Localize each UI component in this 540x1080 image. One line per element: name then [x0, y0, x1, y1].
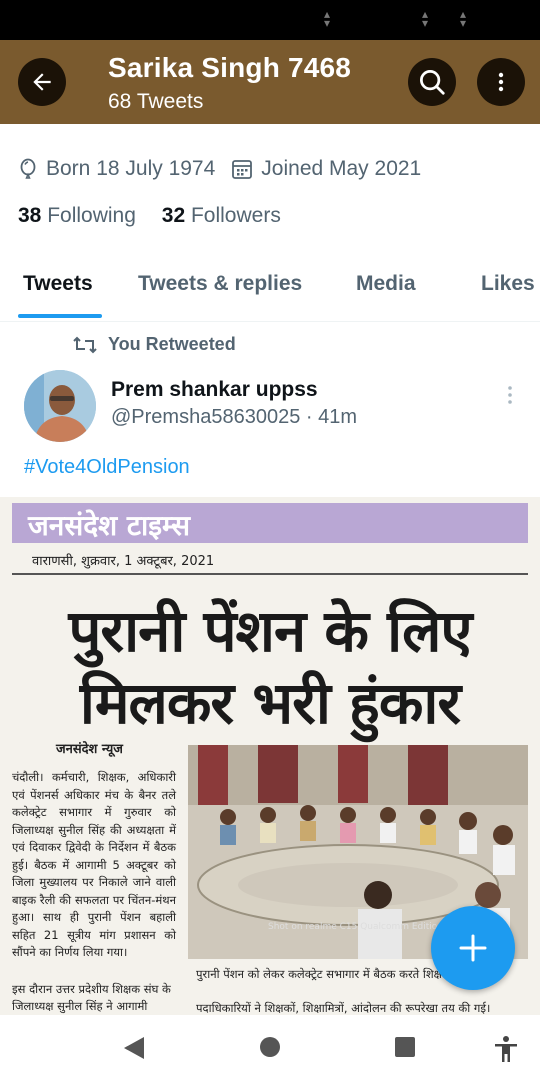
- newspaper-dateline: वाराणसी, शुक्रवार, 1 अक्टूबर, 2021: [32, 554, 215, 569]
- birth-date: Born 18 July 1974: [46, 157, 216, 180]
- search-icon: [420, 70, 445, 95]
- retweet-icon: [73, 336, 97, 353]
- camera-watermark: Shot on realme C15 Qualcomm Edition: [268, 922, 443, 932]
- accessibility-person-icon: [495, 1036, 517, 1062]
- nav-back-button[interactable]: [122, 1035, 146, 1066]
- page-title: Sarika Singh 7468: [108, 52, 352, 83]
- profile-meta: Born 18 July 1974 Joined May 2021: [18, 157, 421, 181]
- more-options-button[interactable]: [477, 58, 525, 106]
- tab-likes[interactable]: Likes: [481, 272, 535, 296]
- divider: [12, 573, 528, 575]
- follow-stats: 38 Following 32 Followers: [18, 204, 281, 228]
- photo-caption-continued: पदाधिकारियों ने शिक्षकों, शिक्षामित्रों,…: [196, 1001, 491, 1015]
- status-bar: ▴ ▾ ▴ ▾ ▴ ▾: [0, 0, 540, 40]
- nav-home-button[interactable]: [258, 1035, 282, 1064]
- search-button[interactable]: [408, 58, 456, 106]
- system-navigation-bar: [0, 1015, 540, 1080]
- balloon-icon: [18, 158, 38, 180]
- tab-tweets-replies[interactable]: Tweets & replies: [138, 272, 302, 296]
- arrow-left-icon: [33, 73, 51, 91]
- active-tab-indicator: [18, 314, 102, 318]
- tweet-hashtag[interactable]: #Vote4OldPension: [24, 456, 190, 479]
- newspaper-byline: जनसंदेश न्यूज: [56, 742, 123, 757]
- more-vertical-icon: [498, 72, 504, 92]
- retweet-label: You Retweeted: [108, 334, 236, 354]
- status-arrow-icon: ▴ ▾: [459, 7, 467, 30]
- followers-link[interactable]: 32 Followers: [162, 204, 281, 227]
- newspaper-masthead: जनसंदेश टाइम्स: [12, 503, 528, 543]
- retweet-indicator: You Retweeted: [72, 334, 236, 355]
- status-arrow-icon: ▴ ▾: [421, 7, 429, 30]
- newspaper-body-text-2: इस दौरान उत्तर प्रदेशीय शिक्षक संघ के जि…: [12, 982, 171, 1013]
- back-button[interactable]: [18, 58, 66, 106]
- status-arrow-icon: ▴ ▾: [323, 7, 331, 30]
- accessibility-button[interactable]: [493, 1035, 519, 1068]
- profile-tabs: Tweets Tweets & replies Media Likes: [0, 262, 540, 322]
- plus-icon: [459, 934, 487, 962]
- tab-tweets[interactable]: Tweets: [23, 272, 93, 296]
- profile-header: Sarika Singh 7468 68 Tweets: [0, 40, 540, 124]
- following-link[interactable]: 38 Following: [18, 204, 136, 227]
- newspaper-headline-line2: मिलकर भरी हुंकार: [79, 669, 461, 737]
- avatar[interactable]: [24, 370, 96, 442]
- calendar-icon: [231, 158, 253, 180]
- nav-back-triangle-icon: [124, 1037, 144, 1059]
- tweet-author-name[interactable]: Prem shankar uppss: [111, 378, 318, 402]
- nav-recents-square-icon: [395, 1037, 415, 1057]
- tweet-author-handle: @Premsha58630025 · 41m: [111, 406, 357, 428]
- join-date: Joined May 2021: [261, 157, 422, 180]
- nav-recents-button[interactable]: [393, 1035, 417, 1064]
- compose-tweet-button[interactable]: [431, 906, 515, 990]
- nav-home-circle-icon: [260, 1037, 280, 1057]
- tab-media[interactable]: Media: [356, 272, 416, 296]
- more-vertical-icon: [508, 386, 512, 404]
- tweet-more-button[interactable]: [500, 384, 520, 406]
- newspaper-body-text: चंदौली। कर्मचारी, शिक्षक, अधिकारी एवं पे…: [12, 770, 176, 959]
- newspaper-headline-line1: पुरानी पेंशन के लिए: [68, 597, 472, 665]
- tweet-count: 68 Tweets: [108, 90, 204, 113]
